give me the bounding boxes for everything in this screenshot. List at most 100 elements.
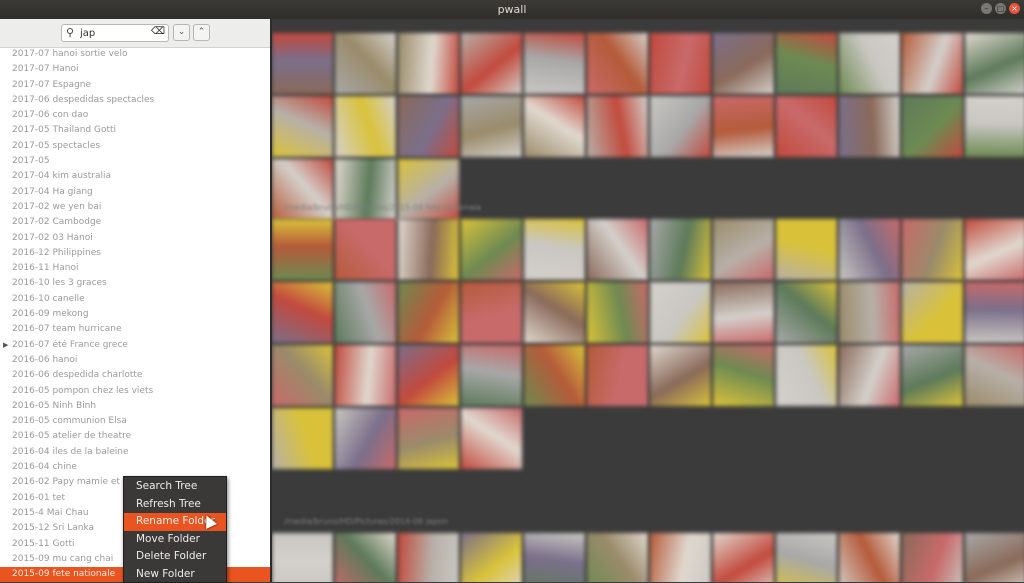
photo-thumbnail[interactable]: [902, 33, 963, 94]
tree-item[interactable]: 2016-11 Hanoi: [0, 261, 270, 276]
clear-search-icon[interactable]: ⌫: [151, 26, 165, 37]
photo-thumbnail[interactable]: [461, 282, 522, 343]
photo-thumbnail[interactable]: [398, 345, 459, 406]
menu-item[interactable]: Delete Folder: [124, 548, 226, 566]
tree-item[interactable]: 2017-06 con dao: [0, 108, 270, 123]
photo-thumbnail[interactable]: [587, 219, 648, 280]
tree-item[interactable]: 2016-06 hanoi: [0, 353, 270, 368]
photo-thumbnail[interactable]: [272, 219, 333, 280]
photo-thumbnail[interactable]: [398, 219, 459, 280]
photo-thumbnail[interactable]: [587, 96, 648, 157]
photo-thumbnail[interactable]: [461, 533, 522, 582]
photo-thumbnail[interactable]: [776, 533, 837, 582]
tree-item[interactable]: 2016-05 pompon chez les viets: [0, 384, 270, 399]
photo-thumbnail[interactable]: [587, 33, 648, 94]
tree-item[interactable]: 2016-05 Ninh Binh: [0, 399, 270, 414]
tree-item[interactable]: 2017-02 Cambodge: [0, 215, 270, 230]
photo-thumbnail[interactable]: [965, 33, 1024, 94]
photo-thumbnail[interactable]: [713, 533, 774, 582]
tree-item[interactable]: 2017-05: [0, 154, 270, 169]
tree-item[interactable]: 2016-05 atelier de theatre: [0, 429, 270, 444]
photo-thumbnail[interactable]: [335, 282, 396, 343]
photo-thumbnail[interactable]: [335, 345, 396, 406]
tree-item[interactable]: ▶2016-07 été France grece: [0, 338, 270, 353]
photo-thumbnail[interactable]: [965, 219, 1024, 280]
search-next-button[interactable]: ⌄: [173, 24, 190, 41]
photo-thumbnail[interactable]: [587, 345, 648, 406]
photo-thumbnail[interactable]: [839, 345, 900, 406]
photo-thumbnail[interactable]: [776, 33, 837, 94]
photo-thumbnail[interactable]: [902, 219, 963, 280]
photo-thumbnail[interactable]: [335, 219, 396, 280]
tree-item[interactable]: 2016-07 team hurricane: [0, 322, 270, 337]
photo-thumbnail[interactable]: [776, 219, 837, 280]
photo-thumbnail[interactable]: [650, 282, 711, 343]
menu-item[interactable]: Move Folder: [124, 531, 226, 549]
photo-thumbnail[interactable]: [713, 33, 774, 94]
photo-thumbnail[interactable]: [335, 533, 396, 582]
photo-thumbnail[interactable]: [335, 33, 396, 94]
photo-thumbnail[interactable]: [713, 282, 774, 343]
photo-thumbnail[interactable]: [650, 96, 711, 157]
photo-thumbnail[interactable]: [272, 96, 333, 157]
photo-thumbnail[interactable]: [650, 345, 711, 406]
photo-thumbnail[interactable]: [461, 345, 522, 406]
photo-thumbnail[interactable]: [965, 96, 1024, 157]
photo-thumbnail[interactable]: [965, 533, 1024, 582]
tree-item[interactable]: 2016-04 iles de la baleine: [0, 445, 270, 460]
tree-item[interactable]: 2017-02 we yen bai: [0, 200, 270, 215]
photo-thumbnail[interactable]: [713, 219, 774, 280]
photo-thumbnail[interactable]: [524, 345, 585, 406]
photo-thumbnail[interactable]: [713, 96, 774, 157]
photo-thumbnail[interactable]: [398, 282, 459, 343]
photo-thumbnail[interactable]: [272, 345, 333, 406]
tree-item[interactable]: 2017-07 hanoi sortie velo: [0, 47, 270, 62]
tree-item[interactable]: 2016-10 les 3 graces: [0, 276, 270, 291]
tree-item[interactable]: 2017-07 Espagne: [0, 78, 270, 93]
photo-thumbnail[interactable]: [713, 345, 774, 406]
menu-item[interactable]: Search Tree: [124, 478, 226, 496]
tree-item[interactable]: 2016-04 chine: [0, 460, 270, 475]
menu-item[interactable]: Refresh Tree: [124, 496, 226, 514]
tree-item[interactable]: 2017-05 Thailand Gotti: [0, 123, 270, 138]
tree-item[interactable]: 2017-07 Hanoi: [0, 62, 270, 77]
photo-thumbnail[interactable]: [461, 96, 522, 157]
photo-thumbnail[interactable]: [902, 282, 963, 343]
photo-thumbnail[interactable]: [650, 219, 711, 280]
photo-thumbnail[interactable]: [587, 282, 648, 343]
tree-item[interactable]: 2016-09 mekong: [0, 307, 270, 322]
photo-thumbnail[interactable]: [461, 408, 522, 469]
photo-thumbnail[interactable]: [335, 408, 396, 469]
photo-thumbnail[interactable]: [398, 408, 459, 469]
tree-item[interactable]: 2017-04 Ha giang: [0, 185, 270, 200]
photo-thumbnail[interactable]: [272, 33, 333, 94]
search-box[interactable]: ⚲ ⌫: [61, 24, 169, 42]
tree-item[interactable]: 2016-05 communion Elsa: [0, 414, 270, 429]
photo-thumbnail[interactable]: [839, 533, 900, 582]
photo-wall[interactable]: /media/bruno/HD/Pictures/2015-09 fete na…: [272, 19, 1024, 582]
photo-thumbnail[interactable]: [398, 533, 459, 582]
photo-thumbnail[interactable]: [461, 33, 522, 94]
tree-item[interactable]: 2017-04 kim australia: [0, 169, 270, 184]
photo-thumbnail[interactable]: [272, 282, 333, 343]
close-icon[interactable]: ×: [1009, 3, 1020, 14]
menu-item[interactable]: New Folder: [124, 566, 226, 583]
tree-item[interactable]: 2016-06 despedida charlotte: [0, 368, 270, 383]
photo-thumbnail[interactable]: [776, 282, 837, 343]
photo-thumbnail[interactable]: [524, 282, 585, 343]
photo-thumbnail[interactable]: [839, 219, 900, 280]
photo-thumbnail[interactable]: [398, 33, 459, 94]
search-previous-button[interactable]: ⌃: [193, 24, 210, 41]
photo-thumbnail[interactable]: [587, 533, 648, 582]
photo-thumbnail[interactable]: [839, 33, 900, 94]
photo-thumbnail[interactable]: [776, 96, 837, 157]
minimize-icon[interactable]: –: [981, 3, 992, 14]
photo-thumbnail[interactable]: [524, 533, 585, 582]
photo-thumbnail[interactable]: [272, 408, 333, 469]
photo-thumbnail[interactable]: [335, 96, 396, 157]
photo-thumbnail[interactable]: [524, 219, 585, 280]
photo-thumbnail[interactable]: [650, 33, 711, 94]
photo-thumbnail[interactable]: [272, 533, 333, 582]
photo-thumbnail[interactable]: [965, 282, 1024, 343]
maximize-icon[interactable]: □: [995, 3, 1006, 14]
